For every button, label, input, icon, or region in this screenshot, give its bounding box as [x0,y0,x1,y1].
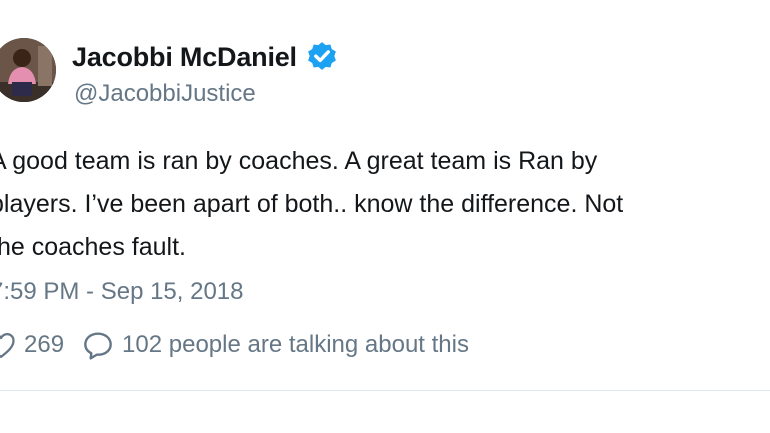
user-name-text: Jacobbi McDaniel [72,41,297,72]
tweet-line: players. I’ve been apart of both.. know … [0,190,624,218]
tweet-actions: 269 102 people are talking about this [0,330,469,360]
like-count: 269 [24,331,65,358]
tweet-text: A good team is ran by coaches. A great t… [0,140,623,269]
verified-badge-icon [307,42,336,70]
speech-bubble-icon [84,332,112,360]
avatar-image [0,38,56,102]
divider [0,390,770,391]
user-name[interactable]: Jacobbi McDaniel [72,40,339,74]
heart-icon [0,333,15,358]
like-button[interactable]: 269 [0,331,64,359]
tweet-line: A good team is ran by coaches. A great t… [0,147,598,175]
user-handle[interactable]: @JacobbiJustice [74,80,256,108]
avatar[interactable] [0,38,56,102]
talking-count: 102 people are talking about this [122,331,469,358]
tweet-line: the coaches fault. [0,233,186,261]
tweet-timestamp[interactable]: 7:59 PM - Sep 15, 2018 [0,278,244,306]
reply-button[interactable]: 102 people are talking about this [82,330,469,360]
